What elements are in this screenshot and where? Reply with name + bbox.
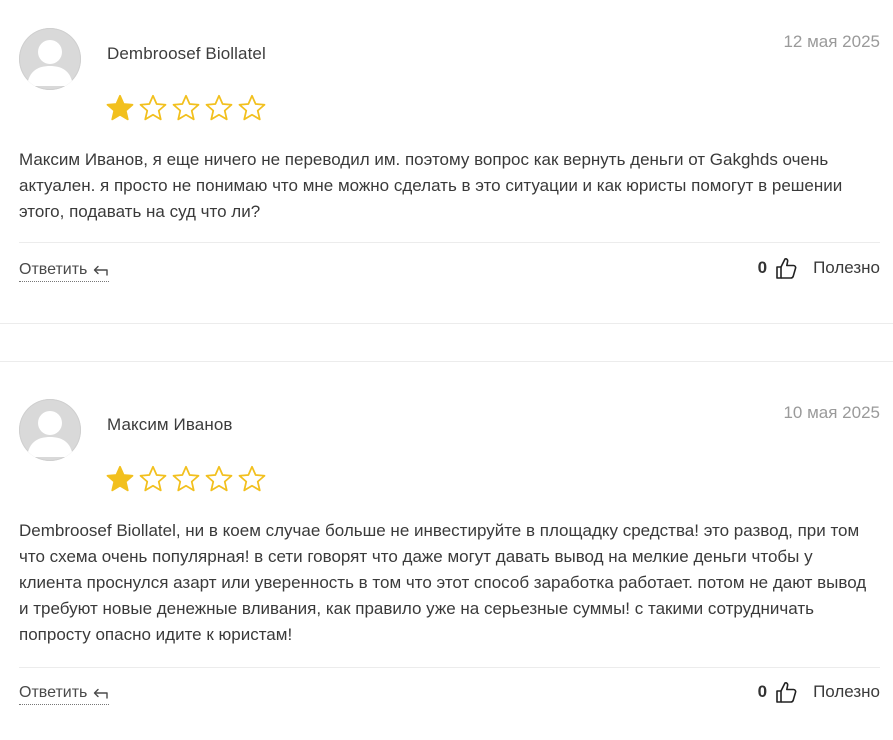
rating-stars	[105, 464, 267, 494]
review-text: Максим Иванов, я еще ничего не переводил…	[19, 150, 843, 221]
review-date: 10 мая 2025	[783, 403, 880, 422]
reply-label: Ответить	[19, 261, 88, 278]
star-icon	[106, 94, 134, 121]
reply-label: Ответить	[19, 684, 88, 701]
helpful-button[interactable]: Полезно	[813, 258, 880, 278]
star-icon	[172, 94, 200, 121]
thumbs-up-icon[interactable]	[775, 256, 797, 280]
star-icon	[238, 465, 266, 492]
helpful-count: 0	[757, 682, 768, 701]
review-text: Dembroosef Biollatel, ни в коем случае б…	[19, 521, 867, 644]
reply-arrow-icon	[94, 265, 109, 276]
helpful-control: 0 Полезно	[758, 680, 880, 704]
reply-arrow-icon	[94, 688, 109, 699]
star-icon	[238, 94, 266, 121]
divider	[19, 242, 880, 243]
section-separator	[0, 361, 893, 362]
review-author: Dembroosef Biollatel	[107, 44, 266, 63]
divider	[19, 667, 880, 668]
helpful-control: 0 Полезно	[758, 256, 880, 280]
star-icon	[139, 465, 167, 492]
user-avatar-placeholder-icon	[19, 399, 81, 461]
reply-button[interactable]: Ответить	[19, 261, 110, 282]
section-separator	[0, 323, 893, 324]
star-icon	[205, 94, 233, 121]
review-author: Максим Иванов	[107, 415, 233, 434]
helpful-count: 0	[757, 258, 768, 277]
star-icon	[205, 465, 233, 492]
star-icon	[106, 465, 134, 492]
reply-button[interactable]: Ответить	[19, 684, 110, 705]
review-date: 12 мая 2025	[783, 32, 880, 51]
user-avatar-placeholder-icon	[19, 28, 81, 90]
star-icon	[172, 465, 200, 492]
helpful-button[interactable]: Полезно	[813, 682, 880, 702]
rating-stars	[105, 93, 267, 123]
thumbs-up-icon[interactable]	[775, 680, 797, 704]
star-icon	[139, 94, 167, 121]
